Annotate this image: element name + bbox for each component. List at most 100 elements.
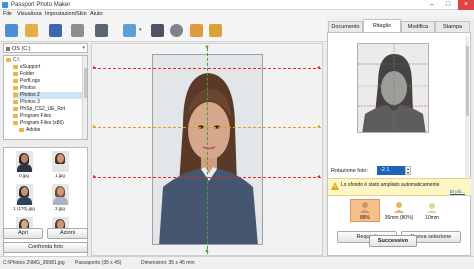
open-photo-button[interactable]: Apri <box>3 228 43 239</box>
guide-handle-icon[interactable]: ◂ <box>317 173 320 180</box>
thumbnail[interactable]: 1.jpg <box>48 151 72 178</box>
tree-item[interactable]: Program Files <box>13 113 51 120</box>
notice-text: Lo sfondo è stato ampliato automaticamen… <box>341 182 440 188</box>
menu-settings[interactable]: Impostazioni <box>45 11 76 17</box>
effects-button[interactable] <box>121 22 138 39</box>
settings-button[interactable] <box>168 22 185 39</box>
warning-icon <box>331 182 339 190</box>
tree-item[interactable]: Program Files (x86) <box>13 120 64 127</box>
menu-file[interactable]: File <box>3 11 12 17</box>
drive-select[interactable]: OS (C:) ▾ <box>3 43 88 53</box>
print-button[interactable] <box>69 22 86 39</box>
save-button[interactable] <box>47 22 64 39</box>
thumbnail-image <box>15 151 33 172</box>
film-button[interactable] <box>188 22 205 39</box>
more-info-link[interactable]: Di più... <box>450 189 465 194</box>
title-bar: Passport Photo Maker – □ × <box>0 0 474 10</box>
tree-item[interactable]: Photos 3 <box>13 99 40 106</box>
size-option-label: 88% <box>359 215 370 221</box>
folder-icon <box>13 99 18 104</box>
film-icon <box>190 24 203 37</box>
folder-icon <box>13 78 18 83</box>
guide-handle-icon[interactable]: ◂ <box>317 64 320 71</box>
document-button[interactable] <box>149 22 166 39</box>
folder-icon <box>25 24 38 37</box>
thumbnail-label: 0.jpg <box>19 173 29 178</box>
open-button[interactable] <box>3 22 20 39</box>
tree-item[interactable]: Adobe <box>19 127 40 134</box>
tab-bar: Documento Ritaglio Modifica Stampa <box>327 17 471 32</box>
tree-item[interactable]: Folder <box>13 71 34 78</box>
rotation-label: Rotazione foto: <box>331 168 368 174</box>
compare-photos-button[interactable]: Confronta foto <box>3 242 88 253</box>
tree-item[interactable]: PhSp_CS2_UE_Ret <box>13 106 65 113</box>
close-button[interactable]: × <box>458 0 474 10</box>
scroll-thumb[interactable] <box>465 46 469 116</box>
head-height-icon[interactable] <box>393 201 405 213</box>
folder-icon <box>13 64 18 69</box>
tab-crop[interactable]: Ritaglio <box>363 19 401 32</box>
scroll-thumb[interactable] <box>83 68 87 98</box>
head-size-icon <box>360 202 370 213</box>
camera-button[interactable] <box>93 22 110 39</box>
thumbnail-image <box>51 151 69 172</box>
right-panel: Documento Ritaglio Modifica Stampa Rotaz… <box>327 17 471 256</box>
guide-handle-icon[interactable]: ◂ <box>317 123 320 130</box>
chevron-down-icon: ▾ <box>82 45 85 51</box>
guide-handle-icon[interactable]: ▲ <box>204 248 210 254</box>
center-guide-line[interactable] <box>207 48 208 254</box>
crop-preview <box>357 43 429 133</box>
tab-print[interactable]: Stampa <box>435 21 470 32</box>
preview-image <box>358 44 428 132</box>
guide-handle-icon[interactable]: ▸ <box>93 64 96 71</box>
thumbnail[interactable]: 0.jpg <box>12 151 36 178</box>
tree-item[interactable]: PerfLogs <box>13 78 40 85</box>
size-option-label: 10mm <box>425 215 439 221</box>
guide-handle-icon[interactable]: ▸ <box>93 123 96 130</box>
window-title: Passport Photo Maker <box>11 1 71 8</box>
open-icon <box>5 24 18 37</box>
folder-icon <box>13 113 18 118</box>
folder-button[interactable] <box>23 22 40 39</box>
thumbnail[interactable]: 1 (170).jpg <box>12 184 36 211</box>
toolbar: ▾ <box>0 19 326 42</box>
folder-icon <box>13 92 18 97</box>
rotation-spinner[interactable]: ▴ ▾ <box>405 166 411 175</box>
menu-help[interactable]: Aiuto <box>90 11 103 17</box>
thumbnail[interactable]: 2.jpg <box>48 184 72 211</box>
rotation-input[interactable]: -2.1 <box>377 166 405 175</box>
panel-scrollbar[interactable] <box>465 36 469 196</box>
thumbnail-label: 2.jpg <box>55 206 65 211</box>
tab-edit[interactable]: Modifica <box>401 21 435 32</box>
folder-icon <box>13 106 18 111</box>
folder-tree: C:\ eSupport Folder PerfLogs Photos Phot… <box>3 55 88 140</box>
guide-handle-icon[interactable]: ▼ <box>204 45 210 51</box>
crop-panel: Rotazione foto: -2.1 ▴ ▾ Lo sfondo è stat… <box>327 32 471 256</box>
status-dimensions: Dimensioni: 35 x 45 mm <box>141 260 195 266</box>
chevron-down-icon[interactable]: ▾ <box>139 27 142 33</box>
next-button[interactable]: Successivo <box>369 235 417 247</box>
print-icon <box>71 24 84 37</box>
guide-handle-icon[interactable]: ▸ <box>93 173 96 180</box>
tree-item[interactable]: eSupport <box>13 64 40 71</box>
paint-icon <box>209 24 222 37</box>
portrait-image <box>153 55 262 244</box>
paint-button[interactable] <box>207 22 224 39</box>
tree-scrollbar[interactable] <box>82 56 87 139</box>
tab-document[interactable]: Documento <box>328 21 363 32</box>
tree-item[interactable]: C:\ <box>6 57 19 64</box>
thumbnail-image <box>15 184 33 205</box>
left-panel: OS (C:) ▾ C:\ eSupport Folder PerfLogs P… <box>3 43 88 267</box>
camera-icon <box>95 24 108 37</box>
maximize-button[interactable]: □ <box>440 0 456 10</box>
menu-skin[interactable]: Skin <box>76 11 87 17</box>
folder-icon <box>13 71 18 76</box>
tree-item[interactable]: Photos <box>13 85 36 92</box>
actions-button[interactable]: Azioni <box>47 228 88 239</box>
tree-item-selected[interactable]: Photos 2 <box>13 92 83 99</box>
minimize-button[interactable]: – <box>424 0 440 10</box>
menu-view[interactable]: Visualizza <box>17 11 42 17</box>
thumbnail-label: 1.jpg <box>55 173 65 178</box>
top-margin-icon[interactable] <box>426 201 438 213</box>
background-notice: Lo sfondo è stato ampliato automaticamen… <box>328 178 471 196</box>
